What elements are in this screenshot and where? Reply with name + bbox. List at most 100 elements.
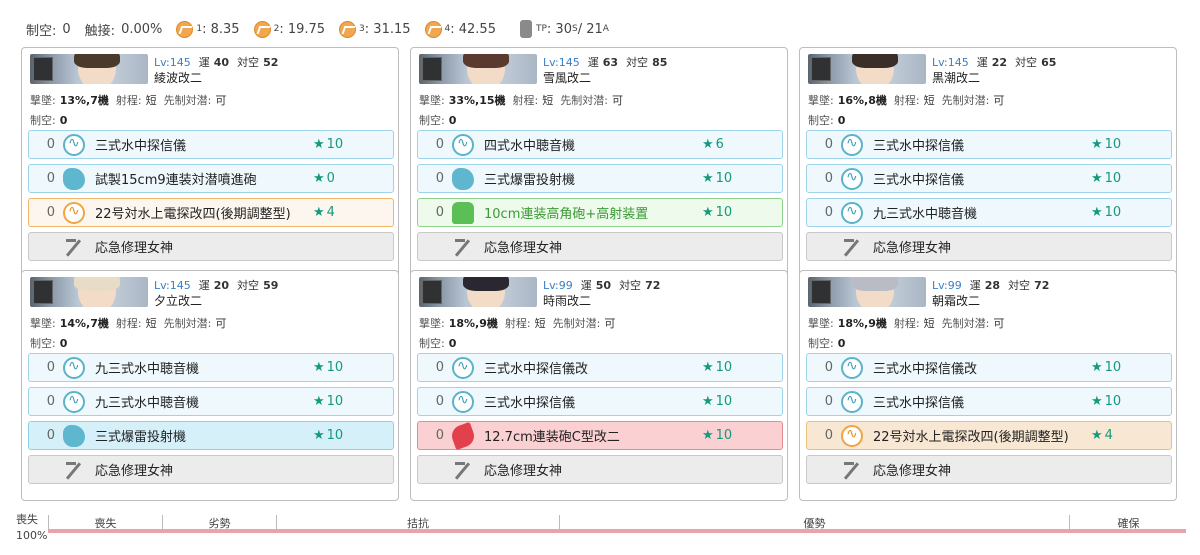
equipment-slot[interactable]: 0 12.7cm連装砲C型改二 ★ 10	[417, 421, 783, 450]
range-label: 射程:	[504, 317, 531, 330]
ship-air-line: 制空: 0	[30, 335, 67, 351]
equipment-slot[interactable]: 0 三式水中探信儀改 ★10	[417, 353, 783, 382]
improvement-level: ★ 10	[702, 171, 782, 186]
ship-level-line: Lv:145 運 63 対空 85	[543, 54, 675, 70]
dc-icon	[63, 167, 85, 190]
sonar-icon	[452, 390, 474, 413]
equipment-slot[interactable]: 応急修理女神	[806, 232, 1172, 261]
improvement-value: 10	[326, 137, 344, 152]
equipment-slot[interactable]: 0 試製15cm9連装対潜噴進砲 ★ 0	[28, 164, 394, 193]
equipment-slot[interactable]: 0 10cm連装高角砲+高射装置 ★ 10	[417, 198, 783, 227]
equipment-slot[interactable]: 応急修理女神	[417, 455, 783, 484]
slot-count: 0	[435, 137, 444, 152]
equipment-name: 三式爆雷投射機	[484, 173, 576, 188]
equipment-slot[interactable]: 0 九三式水中聴音機 ★10	[28, 387, 394, 416]
star-icon: ★	[702, 360, 714, 375]
sonar-icon	[63, 356, 85, 379]
ship-luck: 28	[984, 279, 1001, 292]
equipment-slot[interactable]: 0 三式水中探信儀 ★10	[806, 164, 1172, 193]
banner-stamp	[422, 280, 442, 304]
ship-level: Lv:145	[154, 56, 191, 69]
improvement-value: 10	[1104, 394, 1122, 409]
aa-label: 対空	[1008, 279, 1031, 292]
equipment-slot[interactable]: 0 九三式水中聴音機 ★10	[28, 353, 394, 382]
los-1: 1: 8.35	[176, 20, 240, 38]
ship-shootdown: 13%,7機	[59, 94, 109, 107]
slot-count: 0	[435, 428, 444, 443]
air-state-segment: 喪失	[49, 515, 163, 530]
ship-air-line: 制空: 0	[30, 112, 67, 128]
radar-icon	[63, 201, 85, 224]
equipment-slot[interactable]: 0 三式水中探信儀 ★10	[806, 387, 1172, 416]
equipment-name: 三式水中探信儀	[95, 139, 187, 154]
equipment-name: 三式水中探信儀	[484, 396, 576, 411]
equipment-slot[interactable]: 0 九三式水中聴音機 ★10	[806, 198, 1172, 227]
ship-air-line: 制空: 0	[419, 112, 456, 128]
oasw-label: 先制対潜:	[941, 317, 990, 330]
improvement-value: 10	[1104, 205, 1122, 220]
ship-level-line: Lv:145 運 22 対空 65	[932, 54, 1064, 70]
ship-card: Lv:99 運 28 対空 72 朝霜改二 撃墜: 18%,9機 射程: 短先制対潜: 可制空: 0 0…	[799, 270, 1177, 501]
star-icon: ★	[1091, 428, 1103, 443]
ship-name: 夕立改二	[154, 294, 203, 308]
dc-icon	[63, 424, 85, 447]
air-state-segment: 拮抗	[277, 515, 560, 530]
ship-stat-line: 撃墜: 14%,7機 射程: 短先制対潜: 可	[30, 315, 233, 331]
luck-label: 運	[587, 56, 599, 69]
equipment-slot[interactable]: 応急修理女神	[806, 455, 1172, 484]
ship-oasw: 可	[993, 94, 1005, 107]
equipment-slot[interactable]: 応急修理女神	[28, 455, 394, 484]
slot-count: 0	[46, 171, 55, 186]
ship-air-value: 0	[59, 114, 68, 127]
ship-stat-line: 撃墜: 18%,9機 射程: 短先制対潜: 可	[808, 315, 1011, 331]
contact-value: 0.00%	[121, 21, 163, 37]
shootdown-label: 撃墜:	[808, 317, 834, 330]
air-state-track	[48, 529, 1186, 533]
slot-count: 0	[824, 205, 833, 220]
star-icon: ★	[702, 137, 714, 152]
ship-shootdown: 16%,8機	[837, 94, 887, 107]
ship-air-value: 0	[837, 114, 846, 127]
aa-label: 対空	[1015, 56, 1038, 69]
equipment-slot[interactable]: 0 三式水中探信儀 ★10	[28, 130, 394, 159]
range-label: 射程:	[115, 317, 142, 330]
range-label: 射程:	[512, 94, 539, 107]
star-icon: ★	[313, 205, 325, 220]
improvement-value: 10	[1104, 137, 1122, 152]
improvement-value: 10	[715, 428, 733, 443]
banner-hair	[463, 54, 509, 68]
aa-icon	[452, 201, 474, 224]
equipment-slot[interactable]: 0 三式水中探信儀 ★10	[806, 130, 1172, 159]
sonar-icon	[841, 356, 863, 379]
equipment-slot[interactable]: 0 三式水中探信儀改 ★10	[806, 353, 1172, 382]
equipment-slot[interactable]: 0 三式爆雷投射機 ★ 10	[28, 421, 394, 450]
equipment-slot[interactable]: 0 三式爆雷投射機 ★ 10	[417, 164, 783, 193]
range-label: 射程:	[893, 317, 920, 330]
luck-label: 運	[198, 279, 210, 292]
equipment-slot[interactable]: 応急修理女神	[417, 232, 783, 261]
ship-card: Lv:145 運 20 対空 59 夕立改二 撃墜: 14%,7機 射程: 短先制対潜: 可制空: 0…	[21, 270, 399, 501]
oasw-label: 先制対潜:	[941, 94, 990, 107]
fleet-contact: 触接: 0.00%	[85, 20, 163, 39]
ship-level: Lv:99	[932, 279, 962, 292]
equipment-slot[interactable]: 0 22号対水上電探改四(後期調整型) ★4	[806, 421, 1172, 450]
ship-luck: 22	[991, 56, 1008, 69]
air-power-label: 制空:	[26, 23, 57, 39]
equipment-name: 試製15cm9連装対潜噴進砲	[95, 173, 257, 188]
air-power-value: 0	[62, 21, 71, 37]
ship-banner-image	[30, 54, 148, 84]
ship-stat-line: 撃墜: 16%,8機 射程: 短先制対潜: 可	[808, 92, 1011, 108]
equipment-slot[interactable]: 0 四式水中聴音機 ★6	[417, 130, 783, 159]
slot-count: 0	[824, 360, 833, 375]
banner-stamp	[33, 57, 53, 81]
equipment-slot[interactable]: 0 三式水中探信儀 ★10	[417, 387, 783, 416]
equipment-slot[interactable]: 0 22号対水上電探改四(後期調整型) ★4	[28, 198, 394, 227]
improvement-level	[313, 239, 393, 254]
improvement-value: 10	[715, 394, 733, 409]
improvement-value: 0	[326, 171, 335, 186]
air-state-percent: 100%	[16, 529, 48, 542]
ship-oasw: 可	[215, 94, 227, 107]
equipment-slot[interactable]: 応急修理女神	[28, 232, 394, 261]
banner-stamp	[33, 280, 53, 304]
ship-aa: 59	[263, 279, 279, 292]
